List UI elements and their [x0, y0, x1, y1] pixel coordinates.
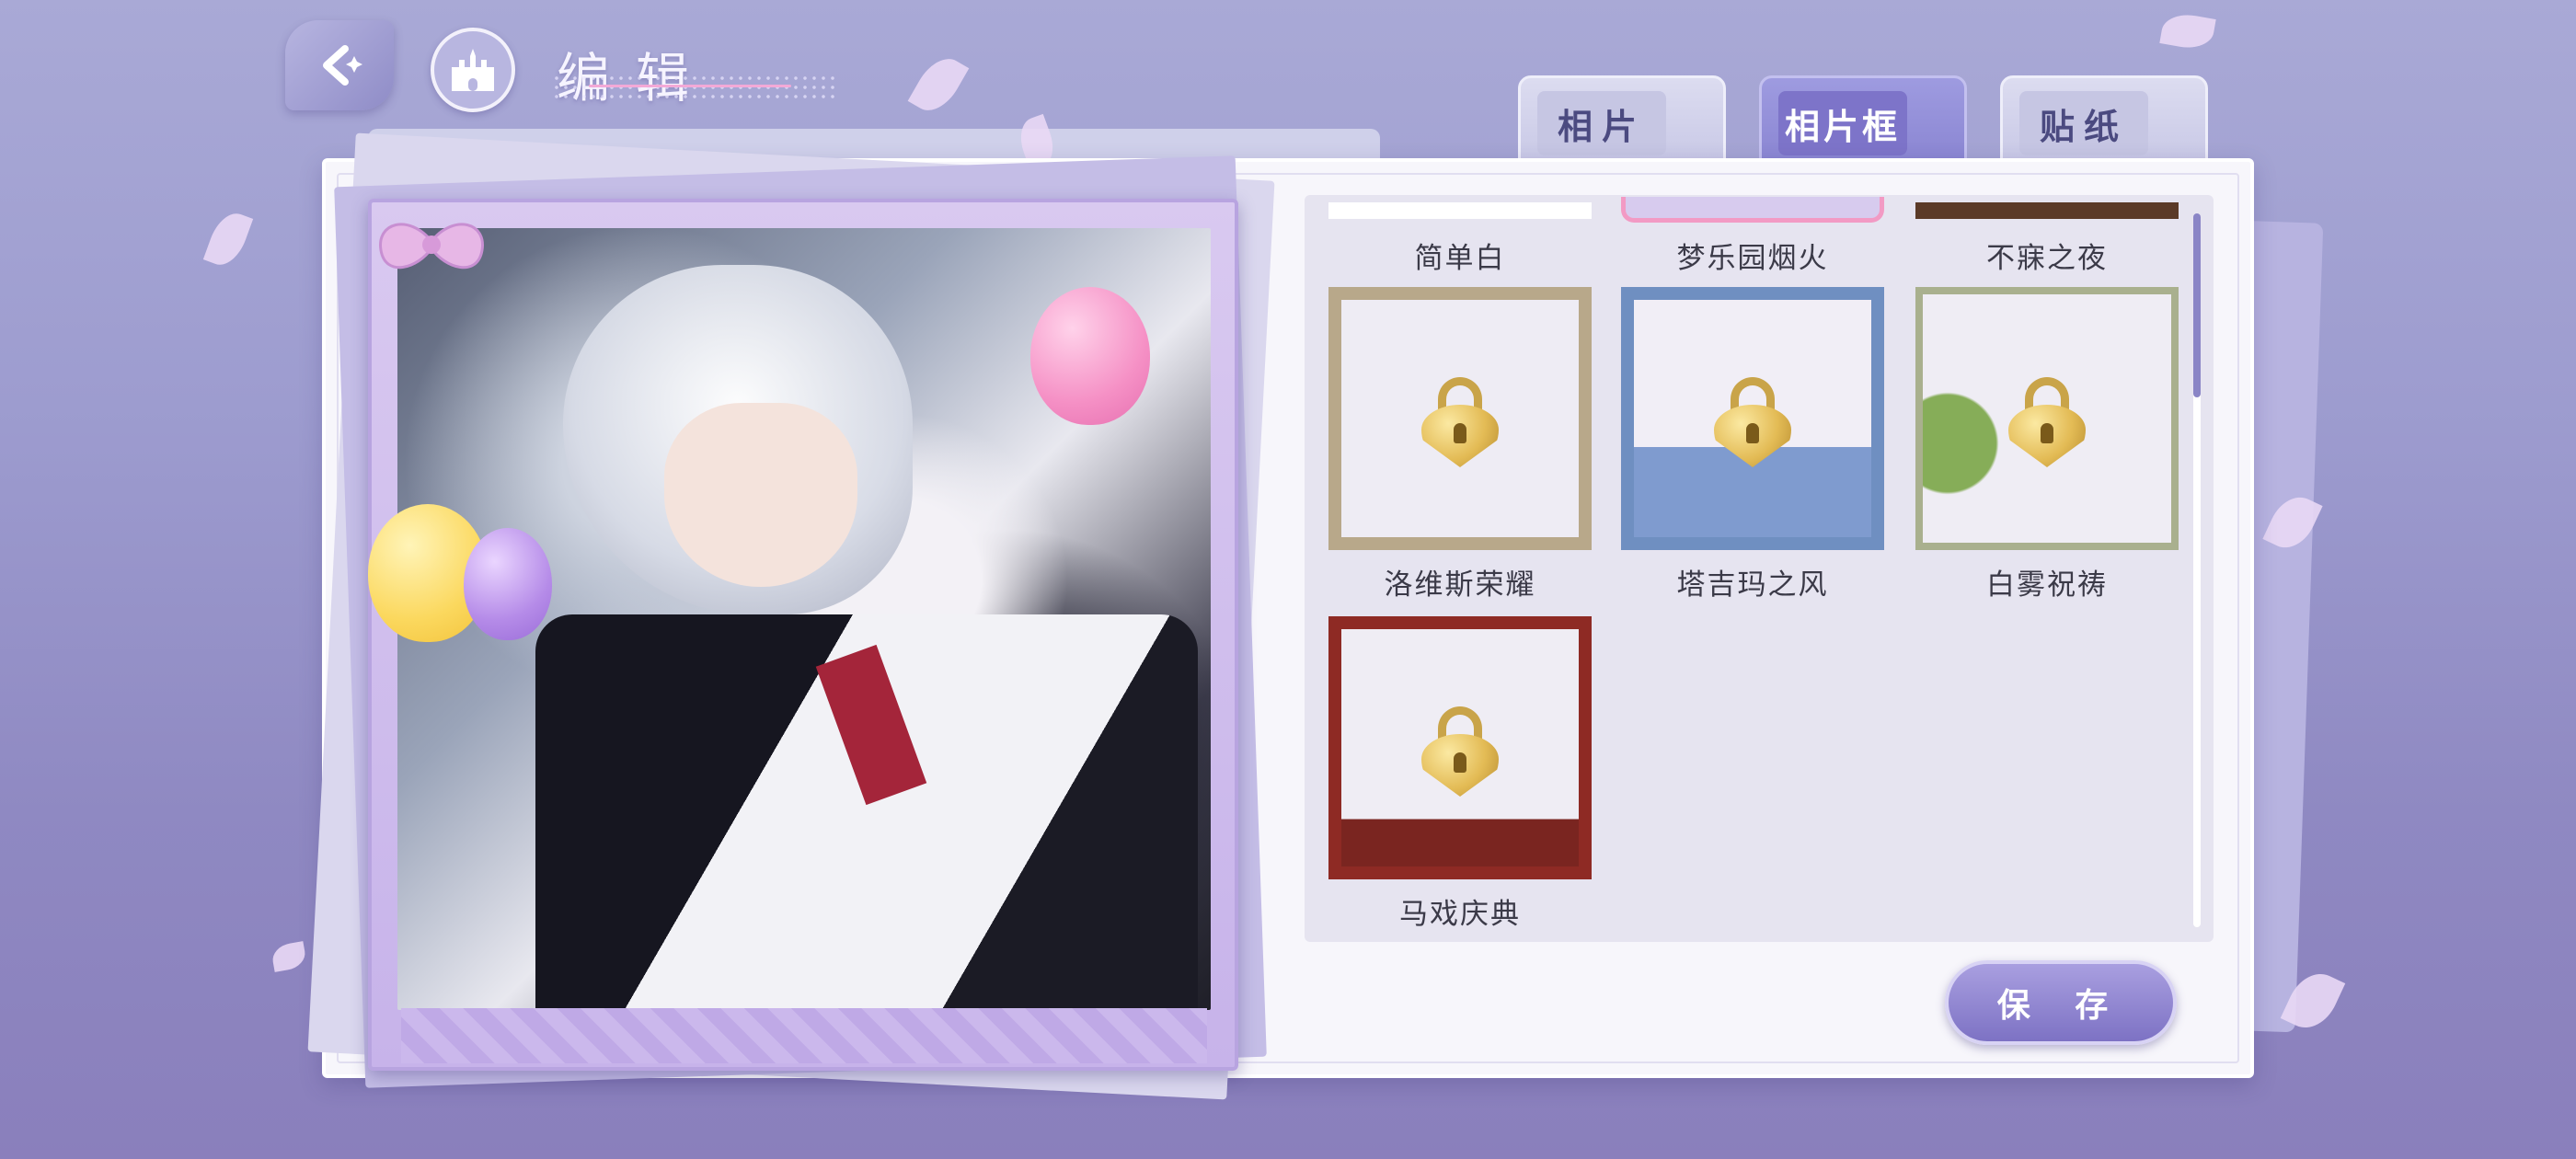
tab-label: 相片框	[1778, 91, 1907, 155]
lock-icon	[1714, 377, 1791, 467]
frame-label: 塔吉玛之风	[1676, 568, 1829, 602]
frame-item-tajima-wind[interactable]: 塔吉玛之风	[1621, 287, 1884, 602]
petal-decoration	[907, 50, 970, 120]
tab-label: 相片	[1537, 91, 1666, 155]
frame-ribbon-decoration	[401, 1008, 1207, 1063]
frame-thumb-simple-white[interactable]	[1328, 202, 1592, 219]
tab-sticker[interactable]: 贴纸	[2000, 75, 2208, 167]
title-underline	[589, 85, 791, 87]
home-button[interactable]	[431, 28, 515, 112]
save-button[interactable]: 保 存	[1945, 960, 2177, 1045]
back-button[interactable]	[285, 20, 394, 110]
petal-decoration	[202, 207, 254, 271]
tab-photo[interactable]: 相片	[1518, 75, 1726, 167]
bow-decoration	[379, 223, 484, 270]
petal-decoration	[270, 941, 308, 972]
frame-thumb	[1328, 287, 1592, 550]
frame-label: 简单白	[1414, 242, 1506, 275]
frame-item-lovis-glory[interactable]: 洛维斯荣耀	[1328, 287, 1592, 602]
lock-icon	[1421, 706, 1499, 797]
lock-icon	[2008, 377, 2086, 467]
frame-label: 梦乐园烟火	[1676, 242, 1829, 275]
frame-thumb-sleepless-night[interactable]	[1915, 202, 2179, 219]
frame-label: 不寐之夜	[1986, 242, 2108, 275]
frame-thumb	[1621, 287, 1884, 550]
back-arrow-icon	[323, 45, 362, 86]
petal-decoration	[2159, 10, 2216, 52]
frame-thumb	[1328, 616, 1592, 879]
frame-item-white-mist-prayer[interactable]: 白雾祝祷	[1915, 287, 2179, 602]
balloon-purple	[464, 528, 552, 640]
frame-label: 白雾祝祷	[1986, 568, 2108, 602]
tab-label: 贴纸	[2019, 91, 2148, 155]
frame-item-circus-festival[interactable]: 马戏庆典	[1328, 616, 1592, 932]
character-face	[664, 403, 857, 587]
lock-icon	[1421, 377, 1499, 467]
balloon-pink	[1030, 287, 1150, 425]
frame-thumb-dream-fireworks[interactable]	[1621, 197, 1884, 223]
title-decoration	[552, 74, 837, 101]
frame-label: 洛维斯荣耀	[1384, 568, 1536, 602]
castle-home-icon	[452, 49, 494, 91]
tab-photo-frame[interactable]: 相片框	[1759, 75, 1967, 167]
scrollbar-thumb[interactable]	[2193, 213, 2201, 397]
frame-thumb	[1915, 287, 2179, 550]
frame-label: 马戏庆典	[1399, 898, 1521, 931]
